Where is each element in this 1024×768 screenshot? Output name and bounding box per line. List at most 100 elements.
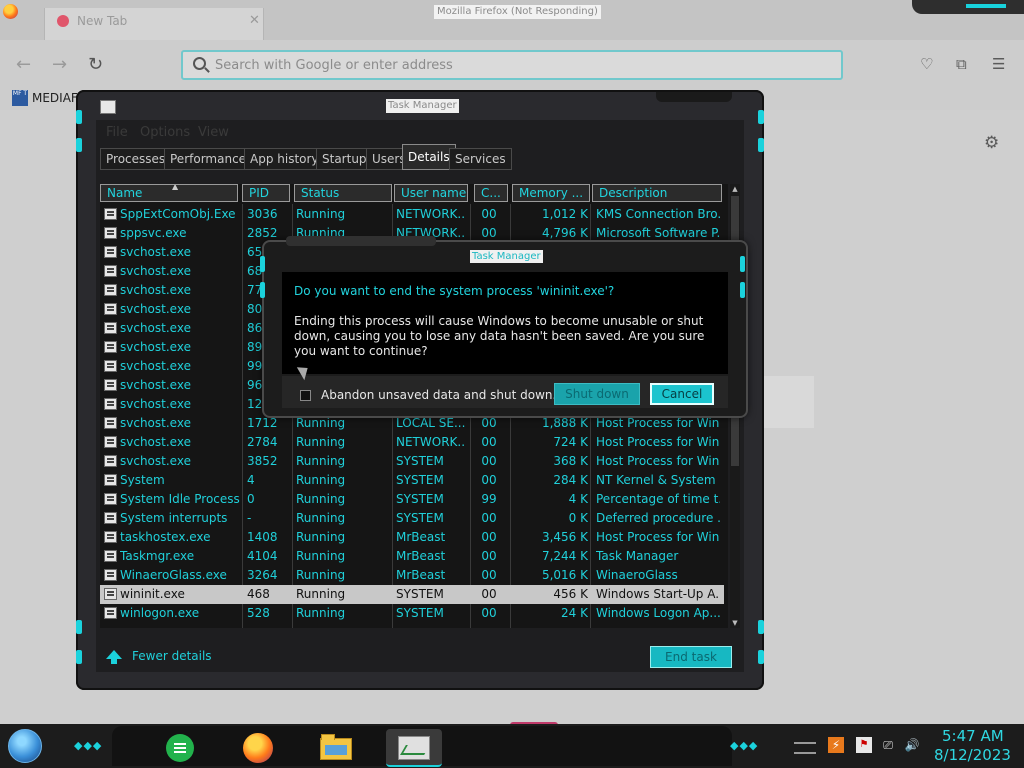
- cell-status: Running: [296, 530, 346, 544]
- cell-name: svchost.exe: [120, 359, 191, 373]
- clock-date[interactable]: 8/12/2023: [934, 746, 1011, 764]
- tab-details[interactable]: Details: [402, 144, 456, 170]
- abandon-data-checkbox[interactable]: [300, 390, 311, 401]
- edge-accent: [758, 650, 764, 664]
- column-header-name[interactable]: Name ▲: [100, 184, 238, 202]
- table-row[interactable]: System interrupts - Running SYSTEM 00 0 K Defe…: [100, 509, 724, 528]
- firefox-tab-new-tab[interactable]: New Tab ✕: [44, 8, 264, 40]
- scroll-up-arrow-icon[interactable]: ▲: [730, 184, 740, 194]
- dialog-main-question: Do you want to end the system process 'w…: [294, 284, 615, 298]
- search-icon: [193, 57, 206, 70]
- url-bar[interactable]: Search with Google or enter address: [181, 50, 843, 80]
- shut-down-button[interactable]: Shut down: [554, 383, 640, 405]
- taskbar-firefox[interactable]: [230, 729, 286, 767]
- cell-description: NT Kernel & System: [596, 473, 716, 487]
- clock-time[interactable]: 5:47 AM: [942, 727, 1004, 745]
- cell-memory: 7,244 K: [541, 549, 588, 563]
- edge-accent: [758, 620, 764, 634]
- cell-status: Running: [296, 435, 346, 449]
- edge-accent: [260, 256, 265, 272]
- back-arrow-icon[interactable]: ←: [16, 54, 31, 75]
- forward-arrow-icon[interactable]: →: [52, 54, 67, 75]
- column-header-memory[interactable]: Memory ...: [512, 184, 590, 202]
- tab-processes[interactable]: Processes: [100, 148, 172, 170]
- menu-file[interactable]: File: [106, 125, 128, 140]
- pocket-icon[interactable]: ♡: [920, 55, 933, 73]
- column-header-user[interactable]: User name: [394, 184, 468, 202]
- cell-name: wininit.exe: [120, 587, 185, 601]
- reload-icon[interactable]: ↻: [88, 54, 103, 75]
- tab-services[interactable]: Services: [449, 148, 512, 170]
- cancel-button[interactable]: Cancel: [650, 383, 714, 405]
- tray-overflow-icon[interactable]: [794, 742, 816, 754]
- volume-icon[interactable]: 🔊: [904, 737, 920, 753]
- process-icon: [104, 455, 117, 467]
- cell-user: MrBeast: [396, 568, 446, 582]
- process-icon: [104, 588, 117, 600]
- end-task-button[interactable]: End task: [650, 646, 732, 668]
- cell-user: LOCAL SE...: [396, 416, 466, 430]
- cell-pid: 4: [247, 473, 255, 487]
- hamburger-menu-icon[interactable]: ☰: [992, 55, 1005, 73]
- column-header-label: Name: [107, 186, 143, 200]
- taskbar: ◆◆◆ ◆◆◆ ⚡ ⚑ ⎚ 🔊 5:47 AM 8/12/2023: [0, 724, 1024, 768]
- table-row[interactable]: wininit.exe 468 Running SYSTEM 00 456 K Window…: [100, 585, 724, 604]
- bookmark-mediafire[interactable]: MEDIAFI: [32, 91, 81, 105]
- cell-name: svchost.exe: [120, 416, 191, 430]
- cell-status: Running: [296, 416, 346, 430]
- action-center-flag-icon[interactable]: ⚑: [856, 737, 872, 753]
- cell-name: svchost.exe: [120, 321, 191, 335]
- cell-user: SYSTEM: [396, 606, 444, 620]
- table-row[interactable]: System Idle Process 0 Running SYSTEM 99 4 K Pe…: [100, 490, 724, 509]
- newtab-settings-gear-icon[interactable]: ⚙: [984, 133, 999, 153]
- cell-memory: 284 K: [553, 473, 588, 487]
- taskbar-notes-app[interactable]: [152, 729, 208, 767]
- cell-name: svchost.exe: [120, 378, 191, 392]
- cell-description: Percentage of time t...: [596, 492, 720, 506]
- column-header-status[interactable]: Status: [294, 184, 392, 202]
- table-row[interactable]: svchost.exe 2784 Running NETWORK... 00 724 K H…: [100, 433, 724, 452]
- table-row[interactable]: System 4 Running SYSTEM 00 284 K NT Kernel & S…: [100, 471, 724, 490]
- network-icon[interactable]: ⎚: [880, 737, 896, 753]
- tray-app-icon[interactable]: ⚡: [828, 737, 844, 753]
- cell-pid: 468: [247, 587, 270, 601]
- tab-performance[interactable]: Performance: [164, 148, 253, 170]
- table-row[interactable]: WinaeroGlass.exe 3264 Running MrBeast 00 5,01…: [100, 566, 724, 585]
- cell-cpu: 00: [481, 435, 497, 449]
- tab-app-history[interactable]: App history: [244, 148, 325, 170]
- cell-pid: 4104: [247, 549, 278, 563]
- cell-cpu: 00: [481, 511, 497, 525]
- cell-status: Running: [296, 587, 346, 601]
- extensions-icon[interactable]: ⧉: [956, 55, 967, 73]
- table-row[interactable]: svchost.exe 3852 Running SYSTEM 00 368 K Host …: [100, 452, 724, 471]
- column-header-cpu[interactable]: C...: [474, 184, 508, 202]
- taskbar-decoration: ◆◆◆: [74, 739, 103, 752]
- menu-options[interactable]: Options: [140, 125, 190, 140]
- tab-close-icon[interactable]: ✕: [249, 13, 260, 28]
- cell-name: svchost.exe: [120, 397, 191, 411]
- table-row[interactable]: SppExtComObj.Exe 3036 Running NETWORK... 00 1…: [100, 205, 724, 224]
- cell-pid: 2852: [247, 226, 278, 240]
- process-icon: [104, 493, 117, 505]
- column-header-description[interactable]: Description: [592, 184, 722, 202]
- menu-view[interactable]: View: [198, 125, 229, 140]
- scroll-down-arrow-icon[interactable]: ▼: [730, 618, 740, 628]
- process-icon: [104, 322, 117, 334]
- newtab-shortcut-tile[interactable]: [762, 376, 814, 428]
- column-header-pid[interactable]: PID: [242, 184, 290, 202]
- cell-cpu: 00: [481, 473, 497, 487]
- edge-accent: [758, 110, 764, 124]
- tab-startup[interactable]: Startup: [316, 148, 373, 170]
- table-row[interactable]: winlogon.exe 528 Running SYSTEM 00 24 K Window…: [100, 604, 724, 623]
- table-row[interactable]: Taskmgr.exe 4104 Running MrBeast 00 7,244 K Ta…: [100, 547, 724, 566]
- firefox-window-title: Mozilla Firefox (Not Responding): [434, 5, 601, 19]
- taskbar-file-explorer[interactable]: [308, 729, 364, 767]
- cell-user: SYSTEM: [396, 473, 444, 487]
- table-row[interactable]: taskhostex.exe 1408 Running MrBeast 00 3,456 …: [100, 528, 724, 547]
- abandon-data-checkbox-label[interactable]: Abandon unsaved data and shut down.: [321, 388, 556, 402]
- cell-name: svchost.exe: [120, 302, 191, 316]
- taskbar-task-manager[interactable]: [386, 729, 442, 767]
- start-orb-icon[interactable]: [8, 729, 42, 763]
- end-process-dialog: Task Manager Do you want to end the syst…: [260, 236, 748, 418]
- process-icon: [104, 246, 117, 258]
